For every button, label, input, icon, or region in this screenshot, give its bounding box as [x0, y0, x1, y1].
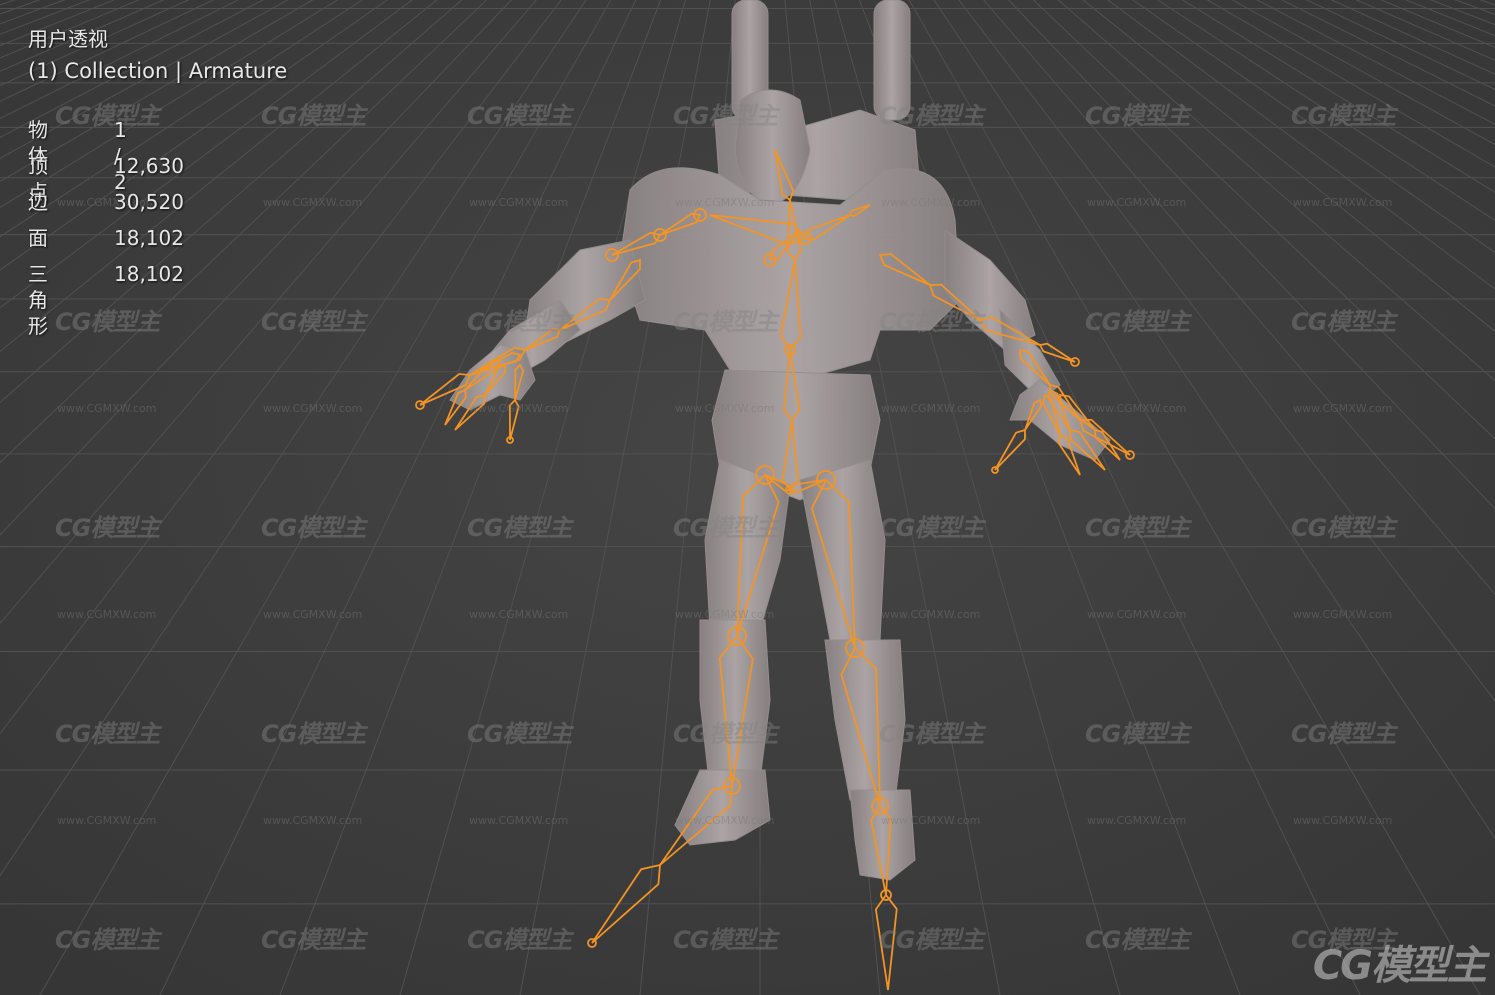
stat-value: 18,102: [114, 226, 184, 250]
view-name-label: 用户透视: [28, 27, 108, 51]
collection-label: (1) Collection | Armature: [28, 59, 288, 83]
stat-value: 30,520: [114, 190, 184, 214]
stat-value: 12,630: [114, 154, 184, 178]
watermark-corner-logo: CG模型主: [1312, 943, 1487, 989]
stat-label: 三角形: [28, 262, 48, 338]
stat-value: 18,102: [114, 262, 184, 286]
stat-label: 边: [28, 190, 48, 214]
3d-viewport[interactable]: [0, 0, 1495, 995]
stat-label: 面: [28, 226, 48, 250]
